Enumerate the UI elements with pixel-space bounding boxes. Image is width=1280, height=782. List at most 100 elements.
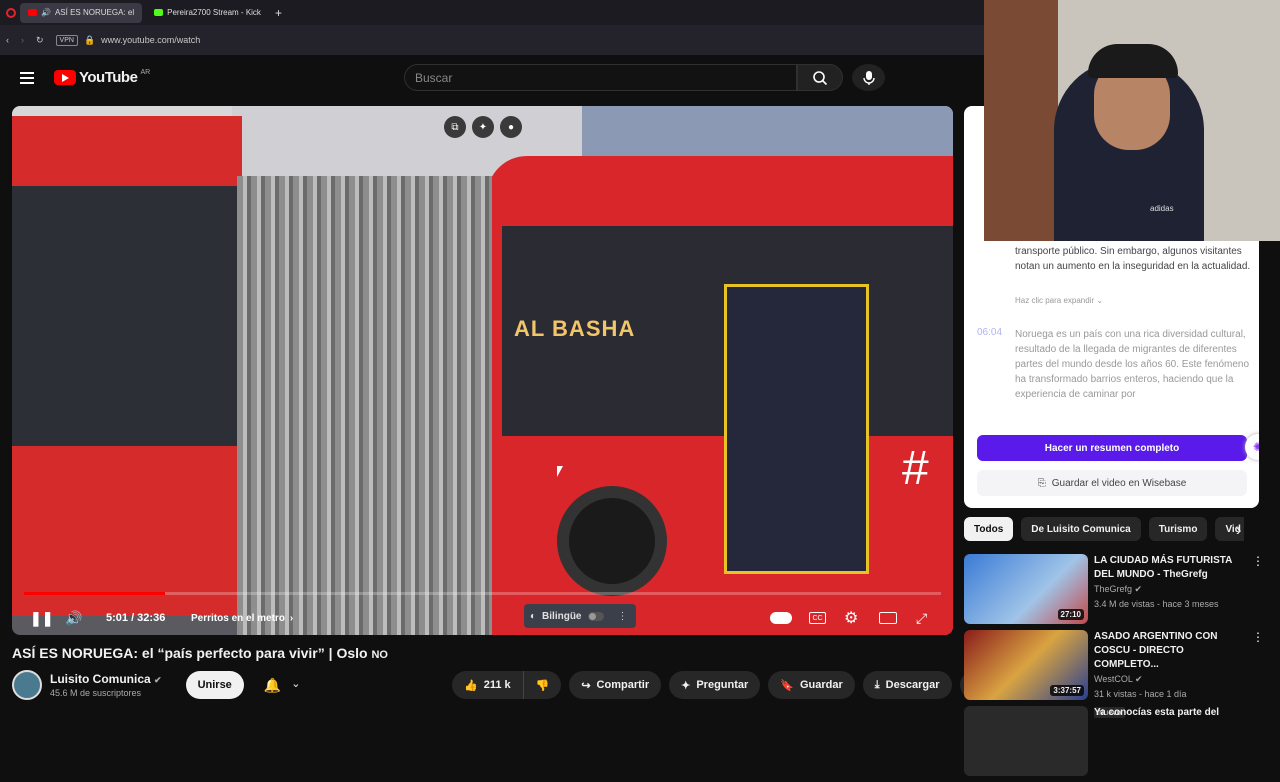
video-thumbnail[interactable]: 27:10	[964, 554, 1088, 624]
new-tab-icon[interactable]: +	[275, 6, 282, 20]
join-button[interactable]: Unirse	[185, 671, 244, 699]
rec-channel-text: TheGrefg	[1094, 584, 1133, 594]
autoplay-toggle[interactable]	[770, 612, 792, 624]
time-display: 5:01 / 32:36	[106, 612, 166, 624]
bus-door	[724, 284, 869, 574]
voice-search-button[interactable]	[852, 64, 885, 91]
video-title: ASÍ ES NORUEGA: el “país perfecto para v…	[12, 645, 388, 661]
storefront-sign: AL BASHA	[514, 316, 636, 341]
youtube-logo-text: YouTube	[79, 69, 138, 86]
reload-icon[interactable]: ↻	[36, 35, 44, 46]
pip-icon[interactable]: ⧉	[444, 116, 466, 138]
channel-avatar[interactable]	[12, 670, 42, 700]
rec-title[interactable]: ASADO ARGENTINO CON COSCU - DIRECTO COMP…	[1094, 630, 1246, 672]
more-vertical-icon[interactable]: ⋮	[618, 611, 628, 622]
youtube-logo[interactable]: YouTube AR	[54, 69, 150, 86]
tab-youtube[interactable]: 🔊 ASÍ ES NORUEGA: el	[20, 2, 143, 23]
tab-kick[interactable]: Pereira2700 Stream - Kick	[146, 3, 269, 23]
save-to-wisebase-label: Guardar el video en Wisebase	[1051, 477, 1187, 489]
rec-title[interactable]: Ya conocías esta parte del	[1094, 706, 1246, 720]
browser-logo-icon	[6, 7, 16, 18]
expand-label: Haz clic para expandir	[1015, 296, 1095, 305]
dislike-button[interactable]: 👎	[522, 671, 562, 699]
sparkle-icon: ✦	[681, 679, 691, 692]
translate-icon: ◐	[530, 610, 537, 622]
expand-link[interactable]: Haz clic para expandir ⌄	[1015, 296, 1103, 305]
fullscreen-icon[interactable]: ⤢	[916, 610, 927, 627]
timestamp-link[interactable]: 06:04	[977, 327, 1002, 338]
browser-tab-bar: 🔊 ASÍ ES NORUEGA: el Pereira2700 Stream …	[0, 0, 984, 25]
overlay-extension-buttons: ⧉ ✦ ●	[444, 116, 522, 138]
thumbs-up-icon: 👍	[464, 679, 478, 692]
rec-title[interactable]: LA CIUDAD MÁS FUTURISTA DEL MUNDO - TheG…	[1094, 554, 1246, 582]
list-item[interactable]: Ya conocías esta parte del	[964, 706, 1269, 782]
recommendations-list: 27:10 LA CIUDAD MÁS FUTURISTA DEL MUNDO …	[964, 554, 1269, 782]
back-icon[interactable]: ‹	[6, 35, 9, 45]
rec-channel[interactable]: WestCOL ✔	[1094, 672, 1246, 687]
more-vertical-icon[interactable]: ⋮	[1252, 630, 1264, 706]
filter-chips: Todos De Luisito Comunica Turismo Vid	[964, 517, 1244, 541]
list-item[interactable]: 27:10 LA CIUDAD MÁS FUTURISTA DEL MUNDO …	[964, 554, 1269, 630]
menu-icon[interactable]	[20, 71, 34, 84]
channel-info: Luisito Comunica ✔ 45.6 M de suscriptore…	[50, 672, 162, 698]
summary-paragraph: transporte público. Sin embargo, algunos…	[1015, 246, 1251, 272]
progress-bar[interactable]	[24, 592, 941, 595]
like-button[interactable]: 👍 211 k	[452, 671, 523, 699]
search-button[interactable]	[797, 64, 843, 91]
speaker-icon[interactable]: 🔊	[41, 8, 51, 17]
chevron-right-icon[interactable]: ›	[1236, 522, 1241, 540]
bus-front-windows	[12, 186, 237, 446]
ask-button[interactable]: ✦ Preguntar	[669, 671, 761, 699]
chevron-down-icon: ⌄	[291, 677, 301, 690]
theater-mode-icon[interactable]	[879, 612, 897, 624]
progress-fill	[24, 592, 166, 595]
full-summary-button[interactable]: Hacer un resumen completo	[977, 435, 1247, 461]
record-icon[interactable]: ●	[500, 116, 522, 138]
youtube-favicon-icon	[28, 9, 37, 16]
more-vertical-icon[interactable]: ⋮	[1252, 554, 1264, 630]
video-thumbnail[interactable]	[964, 706, 1088, 776]
video-thumbnail[interactable]: 3:37:57	[964, 630, 1088, 700]
subtitles-icon[interactable]: CC	[809, 612, 826, 624]
like-count: 211 k	[483, 679, 511, 691]
chip-all[interactable]: Todos	[964, 517, 1014, 541]
sparkle-icon[interactable]: ✦	[472, 116, 494, 138]
chapter-label[interactable]: Perritos en el metro ›	[191, 613, 293, 624]
subscriber-count: 45.6 M de suscriptores	[50, 688, 142, 698]
pause-icon[interactable]: ❚❚	[30, 610, 53, 627]
bus-hash-logo: #	[902, 442, 929, 495]
chapter-title: Perritos en el metro	[191, 612, 285, 624]
youtube-header: YouTube AR Buscar	[0, 55, 984, 100]
webcam-overlay: adidas	[984, 0, 1280, 241]
download-button[interactable]: ⤓ Descargar	[862, 671, 952, 699]
bilingual-toggle[interactable]	[587, 611, 604, 621]
save-button[interactable]: 🔖 Guardar	[768, 671, 855, 699]
verified-icon: ✔	[1134, 584, 1143, 594]
chip-tourism[interactable]: Turismo	[1148, 517, 1208, 541]
bookmark-icon: 🔖	[780, 679, 794, 692]
search-input[interactable]: Buscar	[404, 64, 797, 91]
notifications-button[interactable]: 🔔 ⌄	[264, 677, 301, 694]
duration-badge: 3:37:57	[1050, 685, 1084, 696]
lock-icon[interactable]: 🔒	[84, 35, 95, 46]
vpn-badge[interactable]: VPN	[55, 34, 78, 46]
wisebase-logo-icon[interactable]: ✺	[1245, 434, 1259, 460]
video-player[interactable]: AL BASHA # ⧉ ✦ ● ❚❚ 🔊 5:01 / 32:36 Perri…	[12, 106, 953, 635]
save-to-wisebase-button[interactable]: ⎘ Guardar el video en Wisebase	[977, 470, 1247, 496]
channel-name[interactable]: Luisito Comunica ✔	[50, 672, 162, 686]
list-item[interactable]: 3:37:57 ASADO ARGENTINO CON COSCU - DIRE…	[964, 630, 1269, 718]
download-label: Descargar	[885, 679, 940, 691]
url-text[interactable]: www.youtube.com/watch	[101, 35, 200, 45]
share-icon: ↪	[581, 679, 591, 692]
search-icon	[813, 70, 828, 85]
channel-name-text: Luisito Comunica	[50, 672, 151, 686]
chip-channel[interactable]: De Luisito Comunica	[1021, 517, 1141, 541]
bilingual-subtitles-widget[interactable]: ◐ Bilingüe ⋮	[524, 604, 636, 628]
forward-icon[interactable]: ›	[21, 35, 24, 45]
rec-channel[interactable]: TheGrefg ✔	[1094, 582, 1246, 597]
volume-icon[interactable]: 🔊	[65, 610, 82, 627]
share-button[interactable]: ↪ Compartir	[569, 671, 662, 699]
settings-icon[interactable]: ⚙	[844, 608, 858, 628]
download-icon: ⤓	[874, 678, 880, 691]
bus-wheel	[557, 486, 667, 596]
